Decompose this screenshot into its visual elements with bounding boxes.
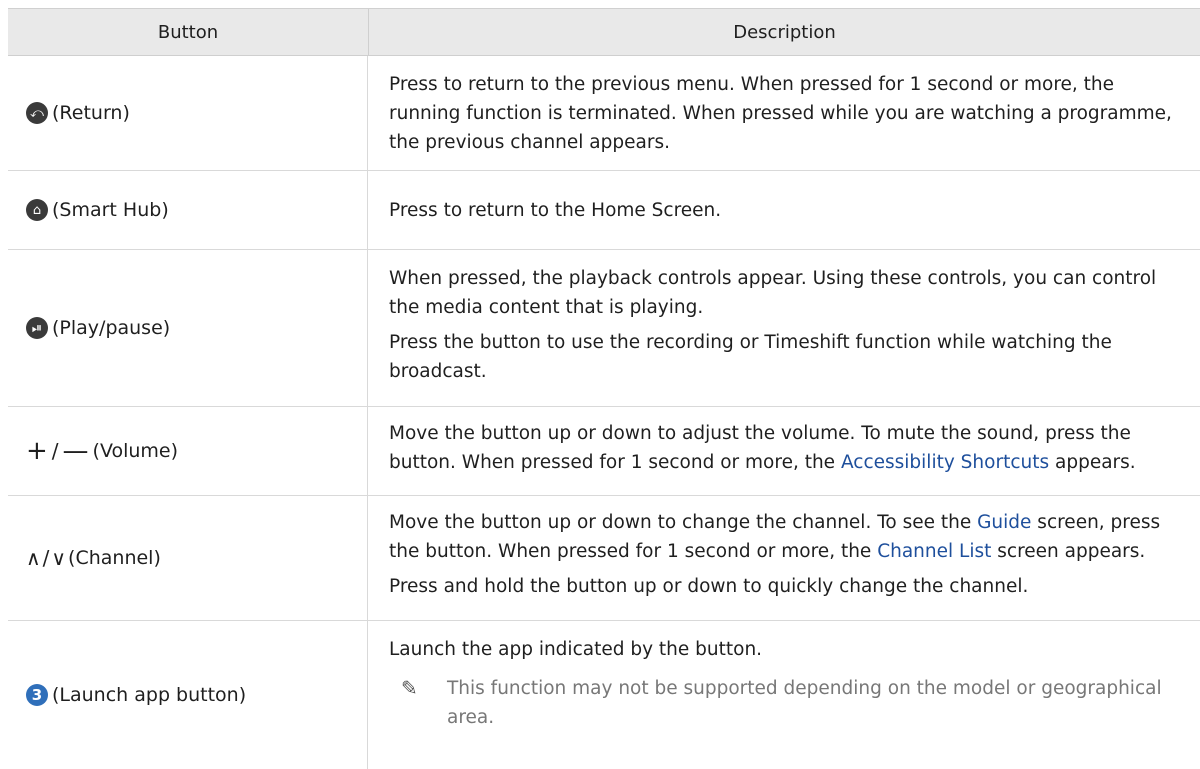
volume-plus-icon: +: [26, 436, 48, 466]
table-row-smart-hub: ⌂ (Smart Hub) Press to return to the Hom…: [8, 171, 1200, 250]
table-row-channel: ∧ / ∨ (Channel) Move the button up or do…: [8, 496, 1200, 621]
return-icon: ⤺: [26, 102, 48, 124]
slash: /: [42, 546, 50, 570]
slash: /: [51, 439, 59, 463]
description-text: Launch the app indicated by the button.: [389, 639, 763, 660]
note: ✎ This function may not be supported dep…: [389, 674, 1190, 732]
button-label: (Channel): [68, 547, 161, 569]
table-row-volume: + / — (Volume) Move the button up or dow…: [8, 407, 1200, 496]
button-label: (Return): [52, 102, 130, 124]
channel-list-link[interactable]: Channel List: [877, 541, 991, 562]
note-text: This function may not be supported depen…: [447, 678, 1162, 728]
play-pause-icon: ⏯: [26, 317, 48, 339]
header-button: Button: [8, 9, 369, 55]
home-icon: ⌂: [26, 199, 48, 221]
button-label: (Volume): [92, 440, 179, 462]
table-row-launch-app: 3 (Launch app button) Launch the app ind…: [8, 621, 1200, 769]
channel-up-icon: ∧: [26, 546, 41, 570]
pencil-note-icon: ✎: [401, 676, 418, 700]
description-text: Press to return to the Home Screen.: [389, 199, 722, 221]
channel-down-icon: ∨: [51, 546, 67, 570]
button-label: (Play/pause): [52, 317, 171, 339]
header-description: Description: [733, 21, 836, 43]
button-label: (Launch app button): [52, 684, 247, 706]
description-text: Move the button up or down to adjust the…: [389, 423, 1136, 473]
description-text: When pressed, the playback controls appe…: [389, 268, 1157, 318]
description-text: Press the button to use the recording or…: [389, 332, 1112, 382]
description-text: Move the button up or down to change the…: [389, 512, 1161, 562]
table-row-return: ⤺ (Return) Press to return to the previo…: [8, 56, 1200, 171]
launch-app-3-icon: 3: [26, 684, 48, 706]
description-text: Press and hold the button up or down to …: [389, 576, 1029, 597]
remote-buttons-table: Button Description ⤺ (Return) Press to r…: [8, 8, 1200, 769]
table-row-play-pause: ⏯ (Play/pause) When pressed, the playbac…: [8, 250, 1200, 407]
description-text: Press to return to the previous menu. Wh…: [389, 74, 1172, 153]
table-header: Button Description: [8, 8, 1200, 56]
guide-link[interactable]: Guide: [977, 512, 1031, 533]
button-label: (Smart Hub): [52, 199, 169, 221]
accessibility-shortcuts-link[interactable]: Accessibility Shortcuts: [841, 452, 1049, 473]
volume-minus-icon: —: [62, 436, 89, 466]
